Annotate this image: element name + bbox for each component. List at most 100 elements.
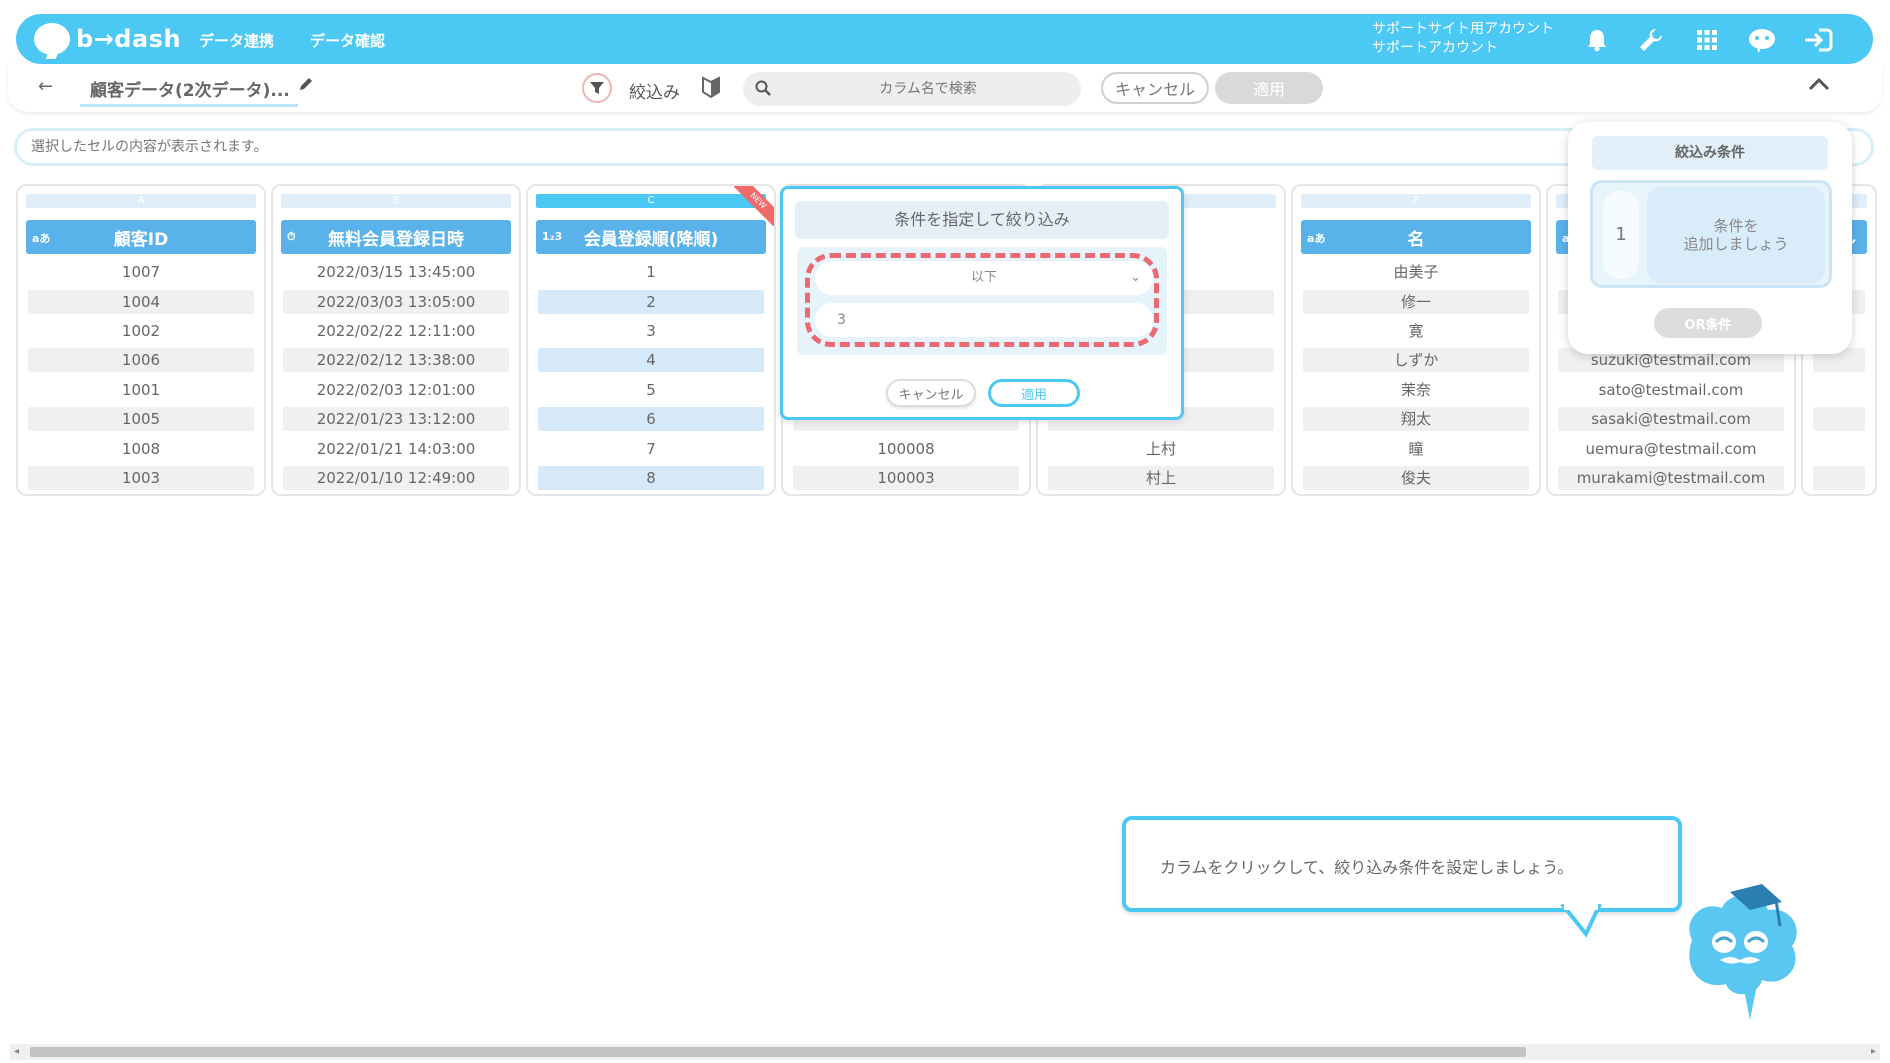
add-condition-button[interactable]: 条件を 追加しましょう xyxy=(1647,187,1825,283)
column-name: 会員登録順(降順) xyxy=(583,229,719,250)
table-cell[interactable]: 1004 xyxy=(28,290,254,314)
table-cell[interactable]: 瞳 xyxy=(1303,437,1529,461)
table-cell[interactable] xyxy=(1813,466,1865,490)
chevron-up-icon[interactable] xyxy=(1808,76,1830,95)
table-cell[interactable] xyxy=(1813,407,1865,431)
column-header[interactable]: 1₂3 会員登録順(降順) xyxy=(536,220,766,254)
table-cell[interactable]: 1001 xyxy=(28,378,254,402)
table-cell[interactable]: 2022/03/15 13:45:00 xyxy=(283,260,509,284)
column-letter: A xyxy=(26,194,256,208)
bubble-tail-icon xyxy=(1560,904,1602,938)
account-name: サポートアカウント xyxy=(1372,40,1498,56)
table-cell[interactable]: 2022/01/21 14:03:00 xyxy=(283,437,509,461)
table-cell[interactable]: 100003 xyxy=(793,466,1019,490)
column-card[interactable]: C 1₂3 会員登録順(降順) NEW 1 2 3 4 5 6 7 8 xyxy=(526,184,776,496)
column-letter: C xyxy=(536,194,766,208)
column-search[interactable] xyxy=(743,72,1081,106)
guide-message: カラムをクリックして、絞り込み条件を設定しましょう。 xyxy=(1160,858,1574,877)
support-icon[interactable] xyxy=(1746,24,1778,56)
condition-group: 1 条件を 追加しましょう xyxy=(1590,180,1832,288)
table-cell[interactable]: murakami@testmail.com xyxy=(1558,466,1784,490)
bell-icon[interactable] xyxy=(1581,24,1613,56)
table-cell[interactable]: 1003 xyxy=(28,466,254,490)
wrench-icon[interactable] xyxy=(1635,24,1667,56)
column-card[interactable]: Aaあ 顧客ID 1007 1004 1002 1006 1001 1005 1008 1003 xyxy=(16,184,266,496)
filter-condition-popup: 条件を指定して絞り込み 以下 ⌄ キャンセル 適用 xyxy=(780,186,1184,420)
table-cell[interactable]: 2 xyxy=(538,290,764,314)
table-cell[interactable]: 1 xyxy=(538,260,764,284)
column-card[interactable]: Faあ 名由美子 修一寛しずか 茉奈 翔太瞳俊夫 xyxy=(1291,184,1541,496)
filter-label: 絞込み xyxy=(629,83,680,103)
column-name: 名 xyxy=(1407,229,1425,250)
table-cell[interactable]: 修一 xyxy=(1303,290,1529,314)
grid-icon[interactable] xyxy=(1691,24,1723,56)
table-cell[interactable]: 7 xyxy=(538,437,764,461)
table-cell[interactable]: 6 xyxy=(538,407,764,431)
table-cell[interactable]: uemura@testmail.com xyxy=(1558,437,1784,461)
top-header: b→dash データ連携 データ確認 サポートサイト用アカウント サポートアカウ… xyxy=(16,14,1873,64)
table-cell[interactable]: 1006 xyxy=(28,348,254,372)
pencil-icon[interactable] xyxy=(298,76,314,96)
mascot-icon xyxy=(1689,884,1797,1020)
bdash-logo[interactable]: b→dash xyxy=(34,23,181,55)
table-cell[interactable]: sasaki@testmail.com xyxy=(1558,407,1784,431)
back-arrow-icon[interactable]: ← xyxy=(38,76,53,97)
table-cell[interactable]: しずか xyxy=(1303,348,1529,372)
new-ribbon: NEW xyxy=(734,186,774,226)
table-cell[interactable]: 1005 xyxy=(28,407,254,431)
table-cell[interactable]: 1007 xyxy=(28,260,254,284)
column-card[interactable]: B ⏱ 無料会員登録日時 2022/03/15 13:45:00 2022/03/03 … xyxy=(271,184,521,496)
column-type-icon: 1₂3 xyxy=(542,230,563,243)
dataset-name[interactable]: 顧客データ(2次データ)... xyxy=(80,76,298,107)
table-cell[interactable]: 3 xyxy=(538,319,764,343)
table-cell[interactable]: 村上 xyxy=(1048,466,1274,490)
horizontal-scrollbar[interactable]: ◂ ▸ xyxy=(10,1044,1880,1060)
table-cell[interactable]: 翔太 xyxy=(1303,407,1529,431)
table-cell[interactable]: 1002 xyxy=(28,319,254,343)
scrollbar-thumb[interactable] xyxy=(30,1047,1526,1057)
operator-value: 以下 xyxy=(970,270,997,285)
table-cell[interactable]: 2022/01/23 13:12:00 xyxy=(283,407,509,431)
column-search-input[interactable] xyxy=(783,72,1073,106)
table-cell[interactable] xyxy=(1813,437,1865,461)
table-cell[interactable]: sato@testmail.com xyxy=(1558,378,1784,402)
table-cell[interactable]: 俊夫 xyxy=(1303,466,1529,490)
table-cell[interactable] xyxy=(1813,378,1865,402)
table-cell[interactable]: 2022/02/22 12:11:00 xyxy=(283,319,509,343)
search-icon xyxy=(755,80,771,100)
popup-apply-button[interactable]: 適用 xyxy=(988,379,1080,407)
cancel-button[interactable]: キャンセル xyxy=(1101,72,1209,104)
table-cell[interactable]: 2022/02/03 12:01:00 xyxy=(283,378,509,402)
table-cell[interactable]: 由美子 xyxy=(1303,260,1529,284)
column-header[interactable]: aあ 顧客ID xyxy=(26,220,256,254)
column-header[interactable]: aあ 名 xyxy=(1301,220,1531,254)
or-condition-button[interactable]: OR条件 xyxy=(1654,308,1762,338)
column-header[interactable]: ⏱ 無料会員登録日時 xyxy=(281,220,511,254)
table-cell[interactable]: 5 xyxy=(538,378,764,402)
table-cell[interactable]: 上村 xyxy=(1048,437,1274,461)
table-cell[interactable]: 2022/02/12 13:38:00 xyxy=(283,348,509,372)
table-cell[interactable]: 寛 xyxy=(1303,319,1529,343)
logout-icon[interactable] xyxy=(1802,24,1834,56)
scroll-left-icon[interactable]: ◂ xyxy=(14,1044,19,1060)
popup-cancel-button[interactable]: キャンセル xyxy=(886,379,976,407)
condition-value-input[interactable] xyxy=(815,303,1153,337)
table-cell[interactable]: 茉奈 xyxy=(1303,378,1529,402)
conditions-title: 絞込み条件 xyxy=(1592,136,1828,170)
scroll-right-icon[interactable]: ▸ xyxy=(1871,1044,1876,1060)
table-cell[interactable]: 1008 xyxy=(28,437,254,461)
table-cell[interactable]: 100008 xyxy=(793,437,1019,461)
column-type-icon: aあ xyxy=(32,232,51,245)
apply-button[interactable]: 適用 xyxy=(1215,72,1323,104)
nav-data-link[interactable]: データ連携 xyxy=(199,30,274,51)
nav-data-check[interactable]: データ確認 xyxy=(310,30,385,51)
table-cell[interactable]: 2022/01/10 12:49:00 xyxy=(283,466,509,490)
column-name: 無料会員登録日時 xyxy=(328,229,464,250)
table-cell[interactable]: 2022/03/03 13:05:00 xyxy=(283,290,509,314)
operator-select[interactable]: 以下 ⌄ xyxy=(815,261,1153,295)
account-info[interactable]: サポートサイト用アカウント サポートアカウント xyxy=(1372,20,1554,58)
table-cell[interactable]: 4 xyxy=(538,348,764,372)
table-cell[interactable]: 8 xyxy=(538,466,764,490)
beginner-mark-icon[interactable] xyxy=(702,76,720,102)
filter-funnel-icon[interactable] xyxy=(582,73,612,103)
